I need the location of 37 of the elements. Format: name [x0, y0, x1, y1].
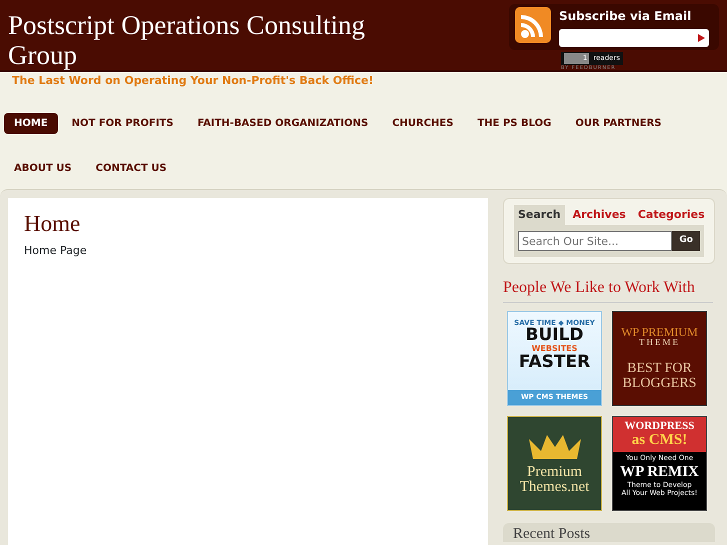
- ad-text: BLOGGERS: [622, 376, 698, 392]
- ad-text: Themes.net: [518, 480, 590, 496]
- subscribe-title: Subscribe via Email: [559, 8, 692, 25]
- ad-text: WORDPRESS: [613, 417, 706, 433]
- ad-text: Premium: [526, 464, 583, 480]
- nav-link[interactable]: NOT FOR PROFITS: [62, 112, 184, 134]
- ad-text: BUILD: [525, 327, 584, 346]
- nav-link[interactable]: CHURCHES: [382, 112, 464, 134]
- rss-icon[interactable]: [515, 7, 551, 43]
- page-heading: Home: [24, 210, 82, 238]
- nav-link[interactable]: ABOUT US: [4, 158, 82, 178]
- submit-arrow-icon[interactable]: [698, 34, 705, 42]
- nav-link[interactable]: CONTACT US: [86, 158, 177, 178]
- ad-text: WP PREMIUM: [620, 326, 699, 338]
- go-button[interactable]: Go: [672, 231, 700, 251]
- nav-link[interactable]: FAITH-BASED ORGANIZATIONS: [187, 112, 378, 134]
- ad-text: as CMS!: [613, 432, 706, 452]
- sidebar-tab[interactable]: Archives: [568, 204, 630, 225]
- sidebar-tab[interactable]: Categories: [634, 204, 709, 225]
- ad-text: FASTER: [518, 354, 592, 372]
- page-text: Home Page: [24, 243, 88, 260]
- ad-text: THEME: [638, 338, 681, 348]
- email-field[interactable]: [559, 29, 709, 47]
- ad-text: WP REMIX: [619, 464, 700, 480]
- ad-banner[interactable]: WP PREMIUM THEME BEST FOR BLOGGERS: [612, 311, 707, 406]
- search-field[interactable]: Search Our Site...: [518, 231, 672, 251]
- nav-link[interactable]: HOME: [4, 112, 58, 134]
- sidebar-tab[interactable]: Search: [514, 204, 565, 225]
- ad-text: WEBSITES: [530, 345, 578, 354]
- tagline: The Last Word on Operating Your Non-Profit's Back Office!: [11, 73, 374, 89]
- nav-link[interactable]: THE PS BLOG: [467, 112, 562, 134]
- site-title[interactable]: Postscript Operations Consulting Group: [0, 0, 440, 70]
- section-title: People We Like to Work With: [503, 276, 713, 303]
- recent-posts-title: Recent Posts: [503, 523, 715, 542]
- nav-link[interactable]: OUR PARTNERS: [565, 112, 672, 134]
- ad-text: BEST FOR: [626, 362, 693, 377]
- ad-banner[interactable]: Premium Themes.net: [507, 416, 602, 511]
